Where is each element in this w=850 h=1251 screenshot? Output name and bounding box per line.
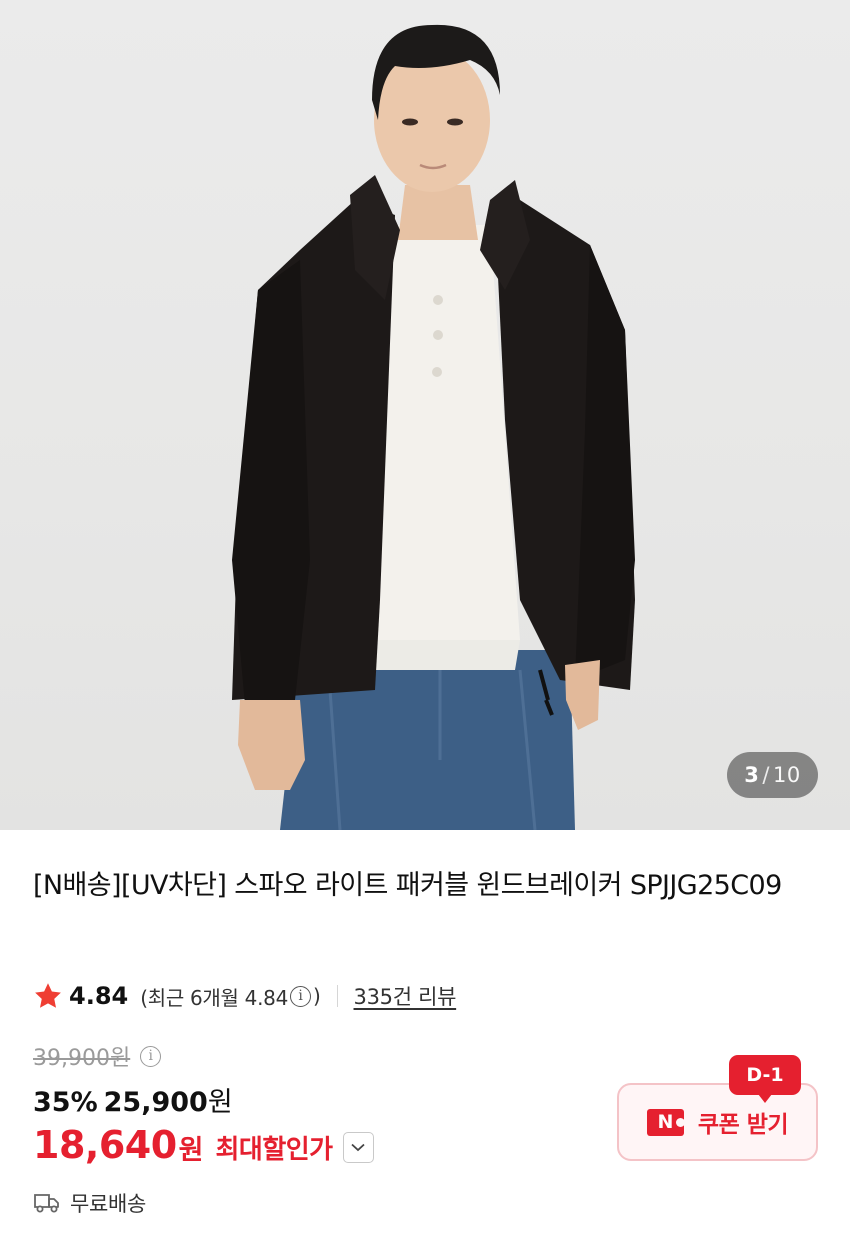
expand-discount-button[interactable] [342,1132,374,1163]
naver-n-icon: N [646,1108,685,1136]
discount-percent: 35% [33,1087,98,1118]
model-photo [232,24,635,830]
coupon-d-day-badge: D-1 [729,1055,801,1103]
max-discount-price-unit: 원 [178,1135,204,1166]
sale-price-row: 35% 25,900원 [33,1080,233,1119]
image-counter-separator: / [762,763,770,787]
rating-score: 4.84 [69,982,129,1010]
recent-rating: (최근 6개월 4.84 i ) [140,982,321,1011]
product-title: [N배송][UV차단] 스파오 라이트 패커블 윈드브레이커 SPJJG25C0… [33,870,782,901]
recent-rating-text: (최근 6개월 4.84 [140,985,288,1010]
rating-row: 4.84 (최근 6개월 4.84 i ) 335건 리뷰 [33,978,456,1014]
star-icon [35,983,61,1008]
image-counter-total: 10 [772,763,801,787]
original-price-row: 39,900원 i [33,1040,163,1072]
recent-rating-close: ) [313,984,321,1008]
sale-price: 25,900 [103,1087,208,1118]
image-counter-current: 3 [744,763,760,787]
max-discount-label: 최대할인가 [215,1135,333,1165]
price-info-icon[interactable]: i [140,1045,162,1067]
coupon-button-label: 쿠폰 받기 [697,1112,789,1138]
original-price: 39,900원 [33,1046,131,1071]
sale-price-unit: 원 [207,1087,233,1118]
image-counter-badge: 3 / 10 [727,752,818,798]
shipping-row: 무료배송 [33,1188,146,1218]
truck-icon [34,1194,59,1213]
chevron-down-icon [351,1143,365,1152]
review-count-link[interactable]: 335건 리뷰 [354,981,457,1011]
divider [336,985,338,1007]
shipping-label: 무료배송 [70,1192,147,1216]
info-icon[interactable]: i [290,985,311,1007]
product-image[interactable]: 3 / 10 [0,0,850,830]
max-discount-price: 18,640 [33,1122,177,1167]
max-discount-price-row: 18,640 원 최대할인가 [33,1122,374,1167]
